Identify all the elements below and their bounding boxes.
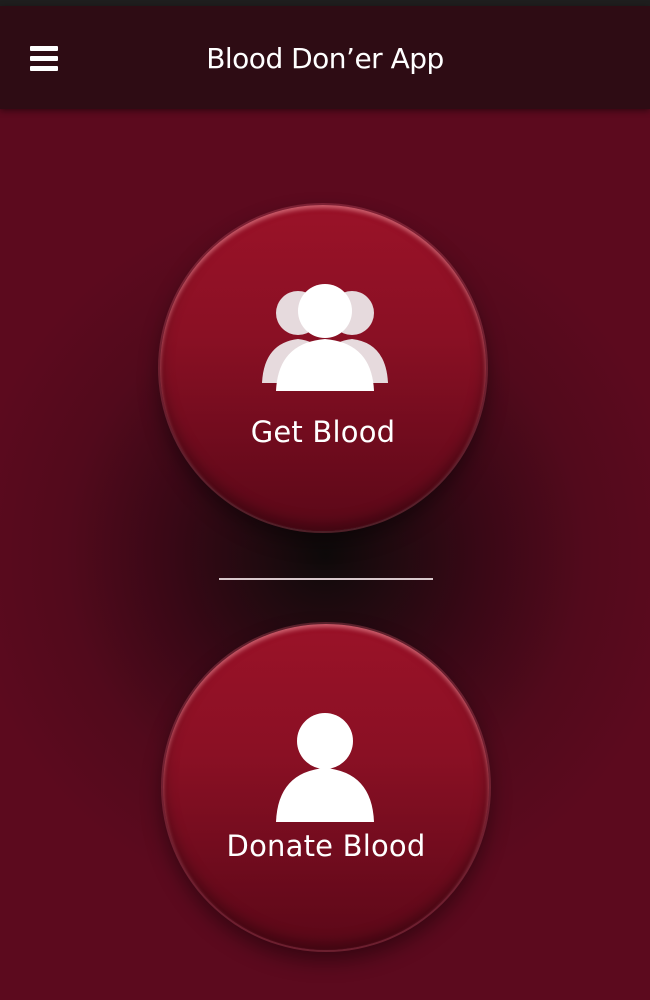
get-blood-label: Get Blood [250,415,396,449]
app-header: Blood Don’er App [0,6,650,109]
people-group-icon [262,284,388,391]
donate-blood-button[interactable]: Donate Blood [163,624,489,950]
app-title: Blood Don’er App [206,42,444,75]
person-icon [276,713,374,822]
divider [219,578,433,580]
main-content: Get Blood Donate Blood [0,109,650,1000]
donate-blood-label: Donate Blood [226,829,426,863]
get-blood-button[interactable]: Get Blood [160,205,486,531]
